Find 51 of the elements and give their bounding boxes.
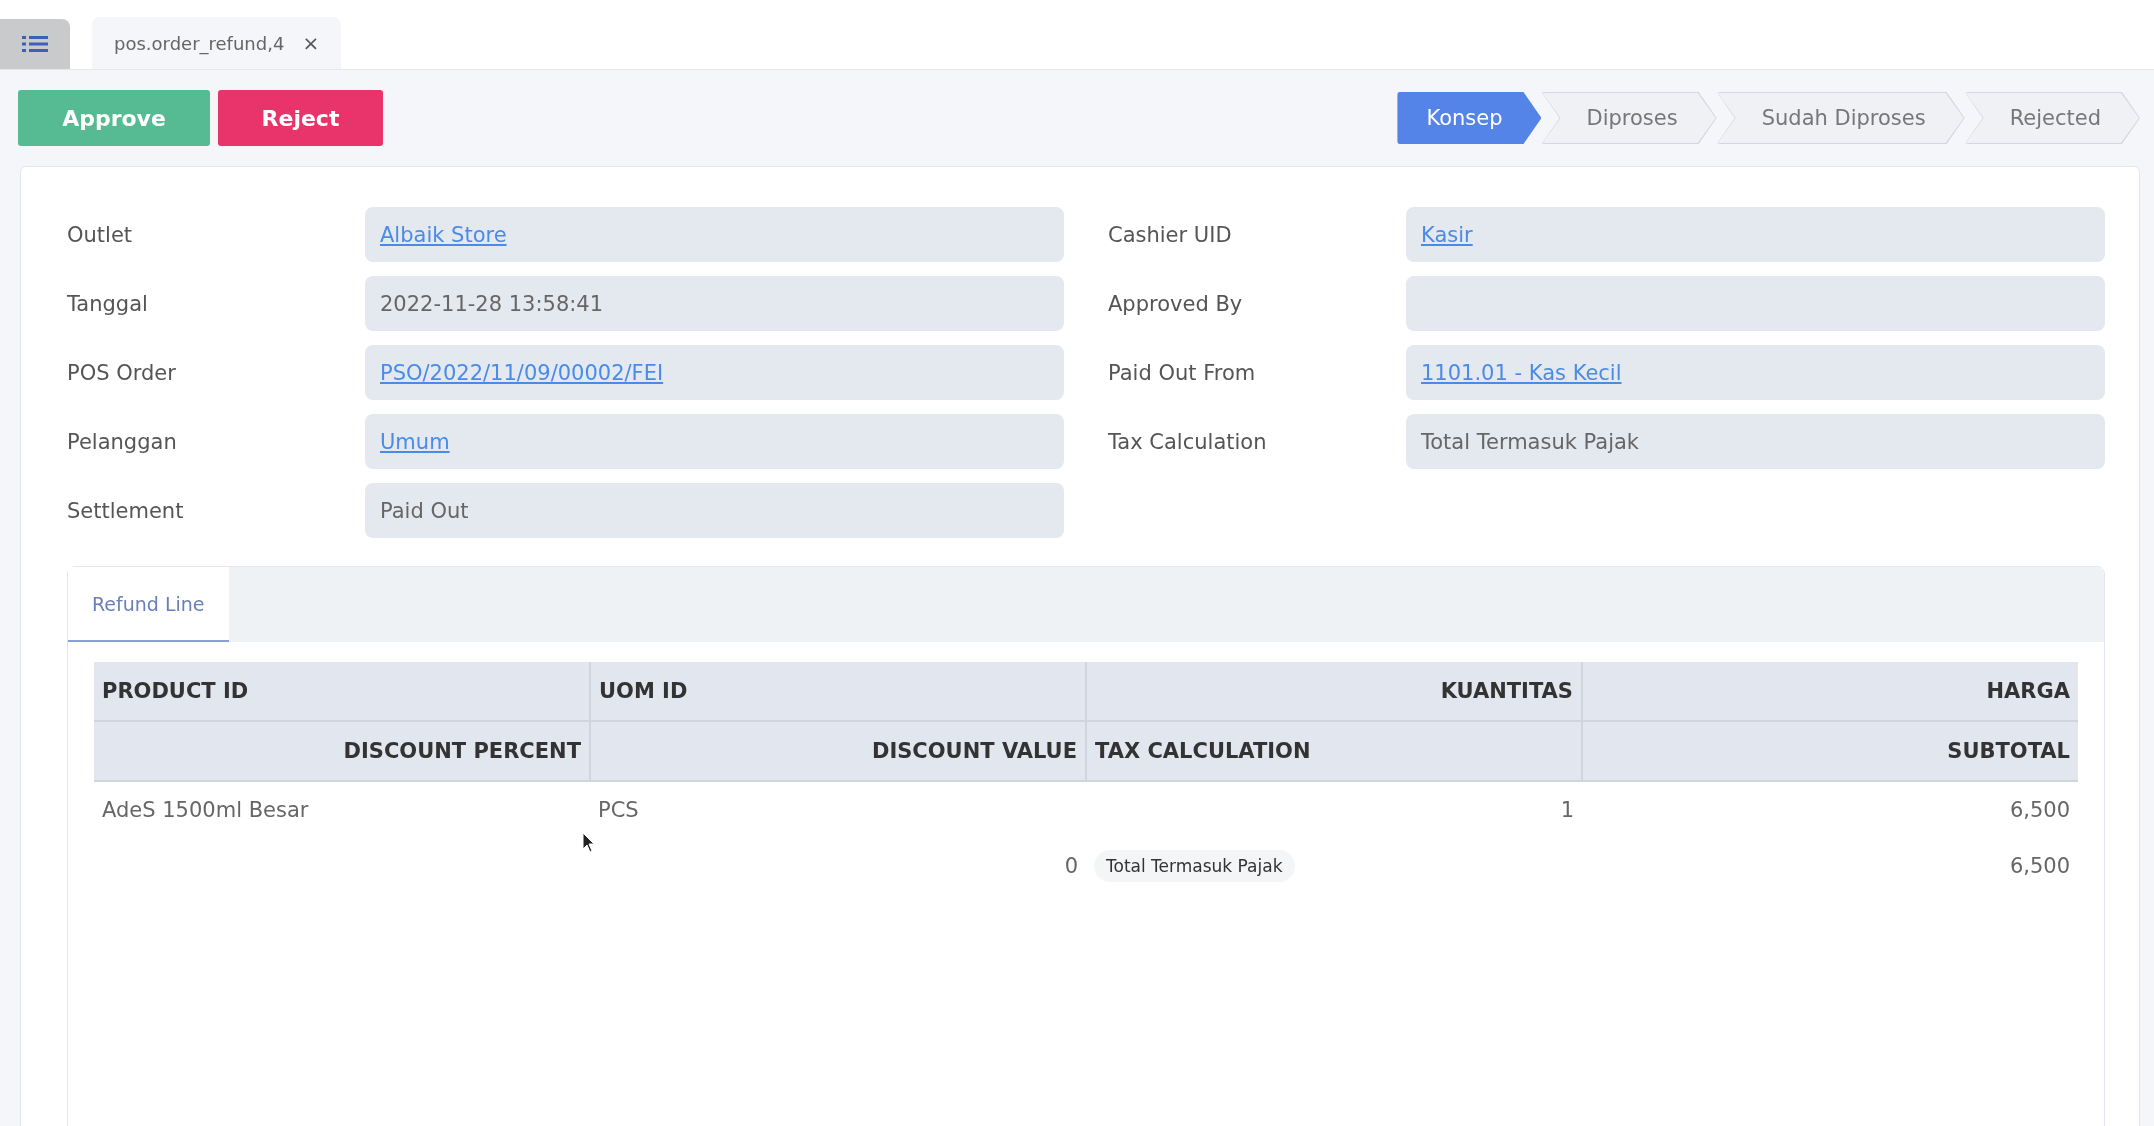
field-link[interactable]: PSO/2022/11/09/00002/FEI — [380, 360, 664, 385]
field-link[interactable]: Kasir — [1421, 222, 1473, 247]
field-label: Settlement — [67, 498, 185, 523]
menu-button[interactable] — [0, 19, 70, 69]
column-header: HARGA — [1582, 662, 2078, 721]
column-header: UOM ID — [590, 662, 1086, 721]
field-label: Outlet — [67, 222, 134, 247]
input-field[interactable]: Paid Out — [365, 483, 1064, 538]
input-field[interactable]: Umum — [365, 414, 1064, 469]
table-cell: AdeS 1500ml Besar — [102, 798, 309, 822]
input-field[interactable]: 1101.01 - Kas Kecil — [1406, 345, 2105, 400]
status-step[interactable]: Konsep — [1397, 92, 1542, 144]
field-label: POS Order — [67, 360, 177, 385]
input-field[interactable]: PSO/2022/11/09/00002/FEI — [365, 345, 1064, 400]
mouse-cursor-icon — [582, 832, 596, 854]
field-link[interactable]: Umum — [380, 429, 450, 454]
field-label: Tax Calculation — [1108, 429, 1268, 454]
close-tab-button[interactable]: × — [302, 31, 320, 55]
tab-title: pos.order_refund,4 — [114, 32, 285, 54]
input-field[interactable]: 2022-11-28 13:58:41 — [365, 276, 1064, 331]
status-step[interactable]: Sudah Diproses — [1716, 92, 1965, 144]
column-header: PRODUCT ID — [94, 662, 590, 721]
field-label: Pelanggan — [67, 429, 178, 454]
tag-badge: Total Termasuk Pajak — [1094, 850, 1295, 882]
list-icon — [22, 35, 48, 53]
input-field[interactable]: Albaik Store — [365, 207, 1064, 262]
field-label: Approved By — [1108, 291, 1244, 316]
table-cell: PCS — [598, 798, 639, 822]
column-header: TAX CALCULATION — [1086, 721, 1582, 781]
input-field[interactable]: Kasir — [1406, 207, 2105, 262]
status-step[interactable]: Diproses — [1541, 92, 1717, 144]
column-header: DISCOUNT PERCENT — [94, 721, 590, 781]
input-field[interactable]: Total Termasuk Pajak — [1406, 414, 2105, 469]
notebook-tab[interactable]: Refund Line — [68, 567, 229, 642]
table-cell: 6,500 — [2009, 798, 2070, 822]
table-cell: 6,500 — [2009, 854, 2070, 878]
field-label: Cashier UID — [1108, 222, 1233, 247]
field-label: Paid Out From — [1108, 360, 1257, 385]
status-step[interactable]: Rejected — [1964, 92, 2140, 144]
reject-button[interactable]: Reject — [218, 90, 383, 146]
input-field[interactable] — [1406, 276, 2105, 331]
table-cell: 0 — [1064, 854, 1078, 878]
column-header: DISCOUNT VALUE — [590, 721, 1086, 781]
field-link[interactable]: Albaik Store — [380, 222, 507, 247]
column-header: KUANTITAS — [1086, 662, 1582, 721]
document-tab[interactable]: pos.order_refund,4 × — [92, 17, 342, 69]
field-label: Tanggal — [67, 291, 149, 316]
approve-button[interactable]: Approve — [18, 90, 210, 146]
field-link[interactable]: 1101.01 - Kas Kecil — [1421, 360, 1622, 385]
column-header: SUBTOTAL — [1582, 721, 2078, 781]
table-cell: 1 — [1560, 798, 1574, 822]
